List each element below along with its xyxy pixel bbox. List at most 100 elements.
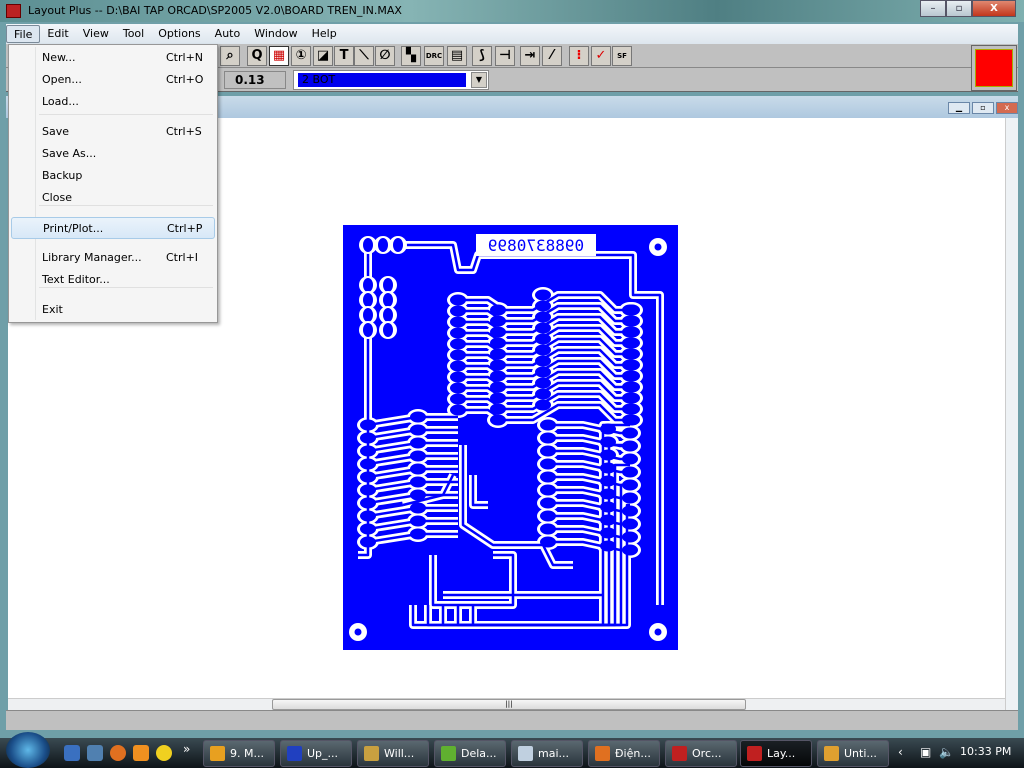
vertical-scrollbar[interactable] <box>1005 118 1018 710</box>
component-icon[interactable]: ▦ <box>269 46 289 66</box>
menu-auto[interactable]: Auto <box>208 25 248 43</box>
child-close-button[interactable]: x <box>996 102 1018 114</box>
add-via-icon[interactable]: ⊣ <box>495 46 515 66</box>
shove-track-icon[interactable]: ⇥ <box>520 46 540 66</box>
mounting-hole-center <box>354 628 362 636</box>
menu-item-exit[interactable]: Exit <box>11 299 215 321</box>
menu-item-shortcut: Ctrl+I <box>166 251 199 264</box>
pad <box>600 423 616 435</box>
pad <box>360 523 376 535</box>
menu-item-close[interactable]: Close <box>11 187 215 209</box>
menu-item-text-editor[interactable]: Text Editor... <box>11 269 215 291</box>
color-icon[interactable]: ▚ <box>401 46 421 66</box>
layer-select[interactable]: 2 BOT ▼ <box>293 70 489 90</box>
quicklaunch-overflow[interactable]: » <box>183 742 190 756</box>
taskbar-item[interactable]: Up_... <box>280 740 352 767</box>
menu-item-save[interactable]: Save Ctrl+S <box>11 121 215 143</box>
switch-windows-icon[interactable] <box>87 745 103 761</box>
pad <box>622 403 638 415</box>
menu-edit[interactable]: Edit <box>40 25 75 43</box>
menu-item-label: Save <box>42 125 70 138</box>
taskbar-item[interactable]: Dela... <box>434 740 506 767</box>
pad <box>360 432 376 444</box>
menu-item-save-as[interactable]: Save As... <box>11 143 215 165</box>
pad <box>450 349 466 361</box>
menu-file[interactable]: File <box>6 25 41 43</box>
volume-icon[interactable]: 🔈 <box>939 745 954 759</box>
clock[interactable]: 10:33 PM <box>960 745 1011 758</box>
connector-pin <box>378 238 388 252</box>
maximize-button[interactable]: ▫ <box>946 0 972 17</box>
reconnect-icon[interactable]: ⁝ <box>569 46 589 66</box>
minimize-button[interactable]: – <box>920 0 946 17</box>
menu-window[interactable]: Window <box>247 25 304 43</box>
edit-segment-icon[interactable]: ⟆ <box>472 46 492 66</box>
obstacle-icon[interactable]: ◪ <box>313 46 333 66</box>
app-icon <box>518 746 533 761</box>
pad <box>535 344 551 356</box>
firefox-icon[interactable] <box>110 745 126 761</box>
spreadsheet-icon[interactable]: ▤ <box>447 46 467 66</box>
connection-icon[interactable]: ⟍ <box>354 46 374 66</box>
chevron-down-icon[interactable]: ▼ <box>471 72 487 88</box>
taskbar-item[interactable]: mai... <box>511 740 583 767</box>
menu-item-open[interactable]: Open... Ctrl+O <box>11 69 215 91</box>
child-minimize-button[interactable]: ▁ <box>948 102 970 114</box>
menu-item-backup[interactable]: Backup <box>11 165 215 187</box>
taskbar-item[interactable]: Unti... <box>817 740 889 767</box>
menu-item-label: Save As... <box>42 147 97 160</box>
pad <box>622 453 638 465</box>
messenger-icon[interactable] <box>156 745 172 761</box>
sf-icon[interactable]: SF <box>612 46 632 66</box>
route-icon[interactable]: ⁄ <box>542 46 562 66</box>
taskbar-item[interactable]: Will... <box>357 740 429 767</box>
track-width-field[interactable]: 0.13 <box>224 71 286 89</box>
pad <box>410 502 426 514</box>
pad <box>535 311 551 323</box>
text-icon[interactable]: T <box>334 46 354 66</box>
taskbar-item[interactable]: Điện... <box>588 740 660 767</box>
pad <box>410 450 426 462</box>
app-icon <box>441 746 456 761</box>
network-icon[interactable]: ▣ <box>920 745 931 759</box>
scrollbar-thumb[interactable]: ||| <box>272 699 746 710</box>
pad <box>490 304 506 316</box>
horizontal-scrollbar[interactable]: ||| <box>8 698 1005 710</box>
menu-item-library-manager[interactable]: Library Manager... Ctrl+I <box>11 247 215 269</box>
close-button[interactable]: X <box>972 0 1016 17</box>
online-drc-icon[interactable]: ✓ <box>591 46 611 66</box>
pad <box>490 315 506 327</box>
active-layer-color[interactable] <box>971 45 1017 91</box>
taskbar-item-label: Up_... <box>307 747 339 760</box>
query-icon[interactable]: Q <box>247 46 267 66</box>
menu-help[interactable]: Help <box>305 25 344 43</box>
pin-icon[interactable]: ① <box>291 46 311 66</box>
taskbar-item[interactable]: Lay... <box>740 740 812 767</box>
start-button[interactable] <box>6 732 50 768</box>
menu-item-print-plot[interactable]: Print/Plot... Ctrl+P <box>11 217 215 239</box>
menu-item-label: Backup <box>42 169 83 182</box>
title-bar: Layout Plus -- D:\BAI TAP ORCAD\SP2005 V… <box>0 0 1024 22</box>
app-icon <box>210 746 225 761</box>
drc-box-icon[interactable]: DRC <box>424 46 444 66</box>
child-maximize-button[interactable]: ▫ <box>972 102 994 114</box>
taskbar-item[interactable]: 9. M... <box>203 740 275 767</box>
zoom-icon[interactable]: ⌕ <box>220 46 240 66</box>
tray-expand-arrow[interactable]: ‹ <box>898 745 903 759</box>
pad <box>540 510 556 522</box>
layer-value: 2 BOT <box>298 73 466 87</box>
media-player-icon[interactable] <box>133 745 149 761</box>
error-icon[interactable]: ∅ <box>375 46 395 66</box>
app-icon <box>287 746 302 761</box>
menu-tool[interactable]: Tool <box>116 25 151 43</box>
show-desktop-icon[interactable] <box>64 745 80 761</box>
pad <box>490 337 506 349</box>
taskbar-item[interactable]: Orc... <box>665 740 737 767</box>
menu-options[interactable]: Options <box>151 25 207 43</box>
pad <box>622 326 638 338</box>
menu-item-load[interactable]: Load... <box>11 91 215 113</box>
pad <box>410 424 426 436</box>
pad <box>410 489 426 501</box>
menu-item-new[interactable]: New... Ctrl+N <box>11 47 215 69</box>
menu-view[interactable]: View <box>76 25 116 43</box>
